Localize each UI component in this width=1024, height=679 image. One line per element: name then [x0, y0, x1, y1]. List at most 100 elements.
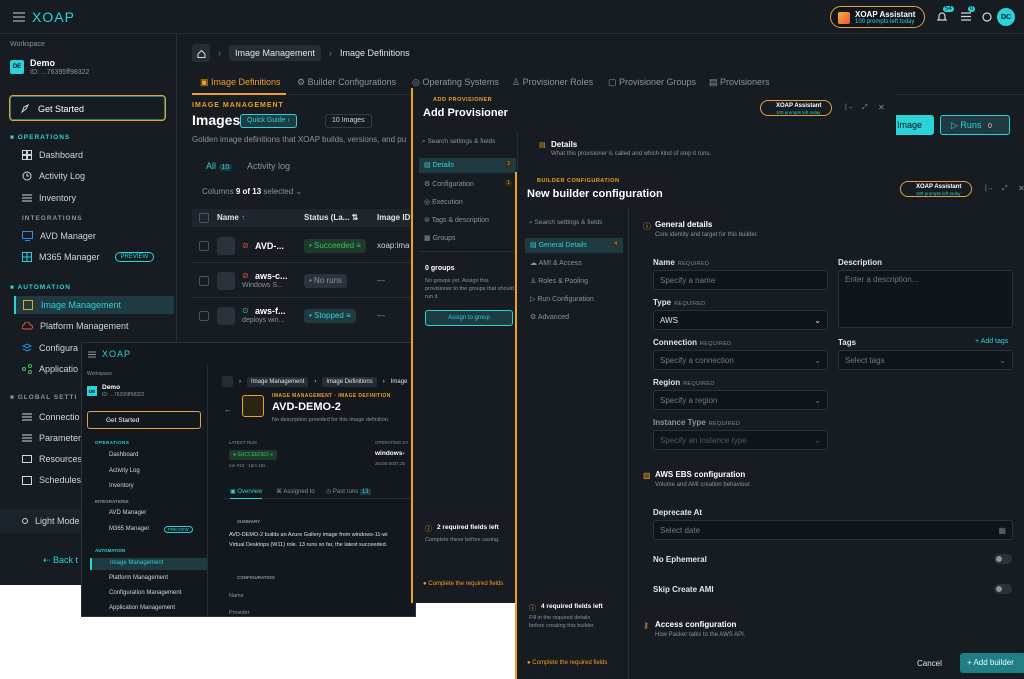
- breadcrumb-image-definitions[interactable]: Image Definitions: [322, 376, 377, 387]
- sidebar-item-configuration[interactable]: Configura: [22, 343, 78, 353]
- menu-icon[interactable]: [13, 11, 25, 23]
- assistant-button[interactable]: XOAP Assistant 100 prompts left today: [830, 6, 925, 28]
- sidebar-item-resources[interactable]: Resources: [22, 454, 82, 464]
- connection-select[interactable]: Specify a connection ⌄: [653, 350, 828, 370]
- instance-type-select[interactable]: Specify an instance type ⌄: [653, 430, 828, 450]
- back-link[interactable]: ⇠ Back t: [43, 555, 78, 566]
- search-settings-input[interactable]: ⌕ Search settings & fields: [525, 217, 623, 231]
- tab-provisioners[interactable]: ▤ Provisioners: [709, 77, 770, 88]
- nav-item-details[interactable]: ▤ Details 2: [419, 158, 516, 173]
- nav-item-roles-pooling[interactable]: ♙ Roles & Pooling: [525, 274, 593, 288]
- home-icon[interactable]: [192, 44, 210, 62]
- sidebar-item-platform[interactable]: Platform Management: [22, 321, 129, 331]
- columns-selector[interactable]: Columns 9 of 13 selected ⌄: [202, 187, 302, 196]
- sidebar-item-image-management[interactable]: Image Management: [14, 296, 174, 314]
- region-select[interactable]: Specify a region ⌄: [653, 390, 828, 410]
- get-started-button[interactable]: Get Started: [9, 95, 166, 121]
- sidebar-item-m365[interactable]: M365 Manager PREVIEW: [22, 252, 155, 262]
- description-textarea[interactable]: Enter a description...: [838, 270, 1013, 328]
- collapse-icon[interactable]: |→: [985, 185, 994, 192]
- filter-all[interactable]: All 10: [206, 161, 233, 171]
- tab-assigned[interactable]: ⌘ Assigned to: [276, 488, 315, 495]
- nav-item-run-configuration[interactable]: ▷ Run Configuration: [525, 292, 599, 306]
- back-arrow-icon[interactable]: ←: [224, 405, 232, 414]
- sidebar-item-activity[interactable]: Activity Log: [109, 468, 140, 474]
- table-row[interactable]: ⊙ aws-f... deploys win... • Stopped ≡ —: [192, 300, 412, 333]
- breadcrumb-image-management[interactable]: Image Management: [229, 45, 322, 61]
- sidebar-item-activity[interactable]: Activity Log: [22, 171, 85, 181]
- nav-item-groups[interactable]: ▦ Groups: [419, 231, 516, 245]
- help-icon[interactable]: [982, 12, 992, 22]
- sidebar-item-schedules[interactable]: Schedules: [22, 475, 81, 485]
- nav-item-general-details[interactable]: ▤ General Details 4: [525, 238, 623, 253]
- col-image-id[interactable]: Image ID: [377, 213, 410, 222]
- tab-builder-configurations[interactable]: ⚙ Builder Configurations: [297, 77, 396, 88]
- select-all-checkbox[interactable]: [199, 213, 209, 223]
- tab-operating-systems[interactable]: ◎ Operating Systems: [412, 77, 499, 88]
- close-icon[interactable]: ✕: [1018, 184, 1024, 193]
- breadcrumb-image-management[interactable]: Image Management: [247, 376, 309, 387]
- row-checkbox[interactable]: [199, 241, 209, 251]
- assign-to-group-button[interactable]: Assign to group: [425, 310, 513, 326]
- nav-item-advanced[interactable]: ⚙ Advanced: [525, 310, 574, 324]
- sidebar-item-configuration[interactable]: Configuration Management: [109, 590, 181, 596]
- home-icon[interactable]: [222, 376, 233, 387]
- col-status[interactable]: Status (La... ⇅: [304, 213, 358, 222]
- get-started-button[interactable]: Get Started: [87, 411, 201, 429]
- tags-select[interactable]: Select tags ⌄: [838, 350, 1013, 370]
- col-name[interactable]: Name ↑: [217, 213, 245, 222]
- sidebar-item-platform[interactable]: Platform Management: [109, 575, 168, 581]
- row-checkbox[interactable]: [199, 311, 209, 321]
- tasks-icon[interactable]: [961, 12, 971, 21]
- avatar[interactable]: DC: [997, 8, 1015, 26]
- sidebar-item-inventory[interactable]: Inventory: [22, 193, 76, 203]
- menu-icon[interactable]: [88, 351, 96, 358]
- sidebar-item-dashboard[interactable]: Dashboard: [109, 452, 138, 458]
- sidebar-item-application[interactable]: Applicatio: [22, 364, 78, 374]
- collapse-icon[interactable]: |→: [845, 104, 854, 111]
- nav-item-configuration[interactable]: ⚙ Configuration 1: [419, 177, 516, 191]
- assistant-button[interactable]: XOAP Assistant 100 prompts left today: [900, 181, 972, 197]
- sidebar-item-avd[interactable]: AVD Manager: [22, 231, 96, 241]
- close-icon[interactable]: ✕: [878, 103, 885, 112]
- name-input[interactable]: Specify a name: [653, 270, 828, 290]
- sidebar-item-dashboard[interactable]: Dashboard: [22, 150, 83, 160]
- sidebar-item-image-management[interactable]: Image Management: [90, 558, 207, 570]
- sidebar-item-application[interactable]: Application Management: [109, 605, 175, 611]
- assistant-subtitle: 100 prompts left today: [776, 110, 821, 115]
- cancel-button[interactable]: Cancel: [917, 659, 942, 668]
- sidebar-item-parameters[interactable]: Parameter: [22, 433, 81, 443]
- table-row[interactable]: ⊘ AVD-... • Succeeded ≡ xoap:ima: [192, 230, 412, 263]
- tab-past-runs[interactable]: ◷ Past runs 13: [326, 488, 371, 495]
- quick-guide-button[interactable]: Quick Guide ›: [240, 114, 297, 128]
- type-select[interactable]: AWS ⌄: [653, 310, 828, 330]
- deprecate-date-input[interactable]: Select date ▦: [653, 520, 1013, 540]
- search-settings-input[interactable]: ⌕ Search settings & fields: [418, 136, 515, 150]
- tab-image-definitions[interactable]: ▣ Image Definitions: [192, 71, 286, 95]
- runs-button[interactable]: ▷ Runs 0: [940, 115, 1010, 135]
- nav-item-ami-access[interactable]: ☁ AMI & Access: [525, 256, 587, 270]
- workspace-name[interactable]: Demo: [30, 58, 55, 68]
- tab-provisioner-groups[interactable]: ▢ Provisioner Groups: [608, 77, 696, 88]
- sidebar-item-inventory[interactable]: Inventory: [109, 483, 134, 489]
- app-logo[interactable]: XOAP: [102, 349, 131, 359]
- sidebar-item-m365[interactable]: M365 Manager: [109, 526, 149, 532]
- nav-item-tags[interactable]: ⊘ Tags & description: [419, 213, 516, 227]
- no-ephemeral-toggle[interactable]: [994, 554, 1012, 564]
- sidebar-item-avd[interactable]: AVD Manager: [109, 510, 146, 516]
- sidebar-item-connections[interactable]: Connectio: [22, 412, 80, 422]
- expand-icon[interactable]: ⤢: [862, 104, 868, 112]
- tab-provisioner-roles[interactable]: ♙ Provisioner Roles: [512, 77, 593, 88]
- table-row[interactable]: ⊘ aws-c... Windows S... • No runs —: [192, 265, 412, 298]
- add-tags-link[interactable]: + Add tags: [975, 338, 1008, 345]
- tab-overview[interactable]: ▣ Overview: [230, 488, 263, 499]
- assistant-button[interactable]: XOAP Assistant 100 prompts left today: [760, 100, 832, 116]
- bell-icon[interactable]: [937, 11, 947, 22]
- app-logo[interactable]: XOAP: [32, 9, 75, 25]
- skip-create-ami-toggle[interactable]: [994, 584, 1012, 594]
- add-builder-button[interactable]: + Add builder: [960, 653, 1024, 673]
- expand-icon[interactable]: ⤢: [1002, 185, 1008, 193]
- nav-item-execution[interactable]: ◎ Execution: [419, 195, 516, 209]
- row-checkbox[interactable]: [199, 276, 209, 286]
- filter-activity[interactable]: Activity log: [247, 161, 290, 171]
